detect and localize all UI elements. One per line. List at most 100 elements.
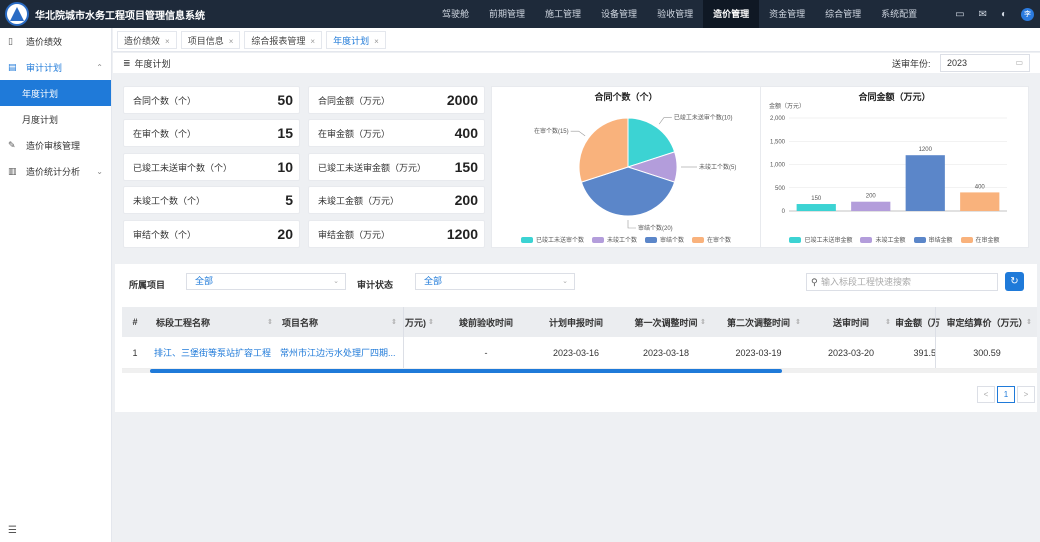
close-icon[interactable]: × (165, 37, 170, 46)
edit-doc-icon: ✎ (8, 139, 16, 150)
sidebar-item-label: 审计计划 (26, 62, 63, 73)
project-select[interactable]: 全部 ⌄ (186, 273, 346, 290)
header-pre-acceptance[interactable]: 竣前验收时间 (441, 307, 531, 337)
legend-swatch (645, 237, 657, 244)
legend-swatch (692, 237, 705, 244)
stat-card: 在审金额（万元） 400 (308, 119, 485, 147)
header-plan-date[interactable]: 计划申报时间 (531, 307, 621, 337)
stat-card: 审结金额（万元） 1200 (308, 220, 485, 248)
header-submit-amount[interactable]: 送审金额（万 (896, 307, 940, 337)
pie-legend: 已竣工未送审个数 未竣工个数 审结个数 在审个数 (492, 235, 760, 244)
bar[interactable] (960, 192, 1000, 211)
nav-construction[interactable]: 施工管理 (535, 0, 591, 28)
close-icon[interactable]: × (229, 37, 234, 46)
prev-page-button[interactable]: < (977, 386, 995, 403)
status-select[interactable]: 全部 ⌄ (415, 273, 575, 290)
nav-cost[interactable]: 造价管理 (703, 0, 760, 28)
header-project-name[interactable]: 项目名称 ⇕ (282, 307, 402, 337)
header-submit-date[interactable]: 送审时间 ⇕ (806, 307, 896, 337)
mail-icon[interactable]: ✉ (979, 9, 987, 20)
tab-annual-plan[interactable]: 年度计划 × (326, 30, 386, 49)
avatar[interactable]: 李 (1021, 7, 1034, 21)
legend-item[interactable]: 在审金额 (960, 235, 1000, 244)
refresh-button[interactable]: ↻ (1005, 272, 1024, 291)
legend-item[interactable]: 已竣工未送审金额 (789, 235, 852, 244)
sort-icon: ⇕ (428, 319, 434, 326)
header-first-adjust[interactable]: 第一次调整时间 ⇕ (621, 307, 711, 337)
page-title: 年度计划 (134, 58, 171, 69)
cell-plan-date: 2023-03-16 (552, 347, 600, 358)
stat-card: 合同个数（个） 50 (123, 86, 300, 114)
sidebar-item-label: 造价审核管理 (26, 140, 81, 151)
top-nav: 驾驶舱 前期管理 施工管理 设备管理 验收管理 造价管理 资金管理 综合管理 系… (432, 0, 927, 28)
legend-swatch (591, 237, 604, 244)
bar[interactable] (851, 201, 891, 211)
sort-icon: ⇕ (795, 319, 801, 326)
scrollbar-thumb[interactable] (150, 369, 782, 373)
table-row[interactable]: 1 排江、三堡街等泵站扩容工程 常州市江边污水处理厂四期... - 2023-0… (122, 337, 1037, 369)
close-icon[interactable]: × (374, 37, 379, 46)
legend-item[interactable]: 审结金额 (913, 235, 953, 244)
sort-icon: ⇕ (267, 319, 273, 326)
calendar-icon: ▭ (1015, 58, 1023, 67)
nav-system[interactable]: 系统配置 (871, 0, 927, 28)
sidebar-item-label: 年度计划 (22, 88, 59, 99)
top-bar: 华北院城市水务工程项目管理信息系统 驾驶舱 前期管理 施工管理 设备管理 验收管… (0, 0, 1040, 28)
search-input[interactable]: ⚲ 输入标段工程快速搜索 (806, 273, 998, 291)
pie-slice-label: 未竣工个数(5) (699, 163, 736, 171)
sidebar-item-cost-performance[interactable]: ▯ 造价绩效 (0, 28, 111, 54)
sidebar-item-monthly-plan[interactable]: 月度计划 (0, 106, 111, 132)
collapse-menu-icon[interactable]: ☰ (8, 525, 17, 536)
project-filter-label: 所属项目 (129, 280, 166, 290)
nav-cockpit[interactable]: 驾驶舱 (432, 0, 479, 28)
header-amount-partial[interactable]: 万元) ⇕ (405, 307, 439, 337)
horizontal-scrollbar[interactable] (122, 369, 1037, 373)
legend-swatch (789, 237, 802, 244)
bar-value-label: 150 (811, 196, 822, 202)
nav-funds[interactable]: 资金管理 (759, 0, 815, 28)
tab-report-management[interactable]: 综合报表管理 × (244, 30, 323, 49)
legend-item[interactable]: 未竣工金额 (860, 235, 906, 244)
sidebar-item-audit-plan[interactable]: ▤ 审计计划 ⌃ (0, 54, 111, 80)
nav-acceptance[interactable]: 验收管理 (647, 0, 703, 28)
stat-card: 未竣工个数（个） 5 (123, 186, 300, 214)
sort-icon: ⇕ (885, 319, 891, 326)
bar-chart-icon: ▥ (8, 165, 17, 176)
legend-item[interactable]: 已竣工未送审个数 (520, 235, 584, 244)
year-picker[interactable]: 2023 ▭ (940, 54, 1030, 72)
chevron-down-icon: ⌄ (96, 166, 103, 176)
header-section-name[interactable]: 标段工程名称 ⇕ (156, 307, 278, 337)
nav-equipment[interactable]: 设备管理 (591, 0, 647, 28)
close-icon[interactable]: × (310, 37, 315, 46)
legend-item[interactable]: 未竣工个数 (591, 235, 637, 244)
tab-project-info[interactable]: 项目信息 × (180, 30, 241, 49)
nav-preliminary[interactable]: 前期管理 (479, 0, 535, 28)
legend-swatch (913, 237, 926, 244)
nav-general[interactable]: 综合管理 (815, 0, 871, 28)
header-final-price[interactable]: 审定结算价（万元） ⇕ (937, 307, 1037, 337)
next-page-button[interactable]: > (1017, 386, 1035, 403)
cell-section-name[interactable]: 排江、三堡街等泵站扩容工程 (154, 337, 278, 368)
tab-cost-performance[interactable]: 造价绩效 × (117, 30, 177, 49)
y-tick-label: 0 (782, 209, 786, 215)
header-second-adjust[interactable]: 第二次调整时间 ⇕ (711, 307, 806, 337)
legend-item[interactable]: 审结个数 (645, 235, 684, 244)
bar-value-label: 200 (866, 194, 877, 200)
sidebar-item-annual-plan[interactable]: 年度计划 (0, 80, 111, 106)
pie-slice-label: 在审个数(15) (534, 127, 569, 135)
bar[interactable] (796, 204, 836, 211)
cell-project-name[interactable]: 常州市江边污水处理厂四期... (280, 337, 402, 368)
sort-icon: ⇕ (1026, 319, 1032, 326)
legend-item[interactable]: 在审个数 (692, 235, 731, 244)
calendar-icon: ▤ (8, 61, 17, 72)
theme-icon[interactable]: ◐ (1001, 9, 1007, 20)
pie-label-line (658, 117, 672, 125)
sidebar-item-label: 月度计划 (22, 114, 59, 125)
sidebar-item-cost-stats[interactable]: ▥ 造价统计分析 ⌄ (0, 158, 111, 184)
bar[interactable] (905, 155, 945, 211)
page-1-button[interactable]: 1 (997, 386, 1015, 403)
document-icon: ▯ (8, 35, 13, 46)
sidebar-item-cost-audit[interactable]: ✎ 造价审核管理 (0, 132, 111, 158)
pie-chart-panel: 合同个数（个） 已竣工未送审个数(10) 未竣工个数(5) 审结个数(20) 在审个数… (491, 86, 761, 248)
calendar-icon[interactable]: ▭ (955, 9, 964, 20)
